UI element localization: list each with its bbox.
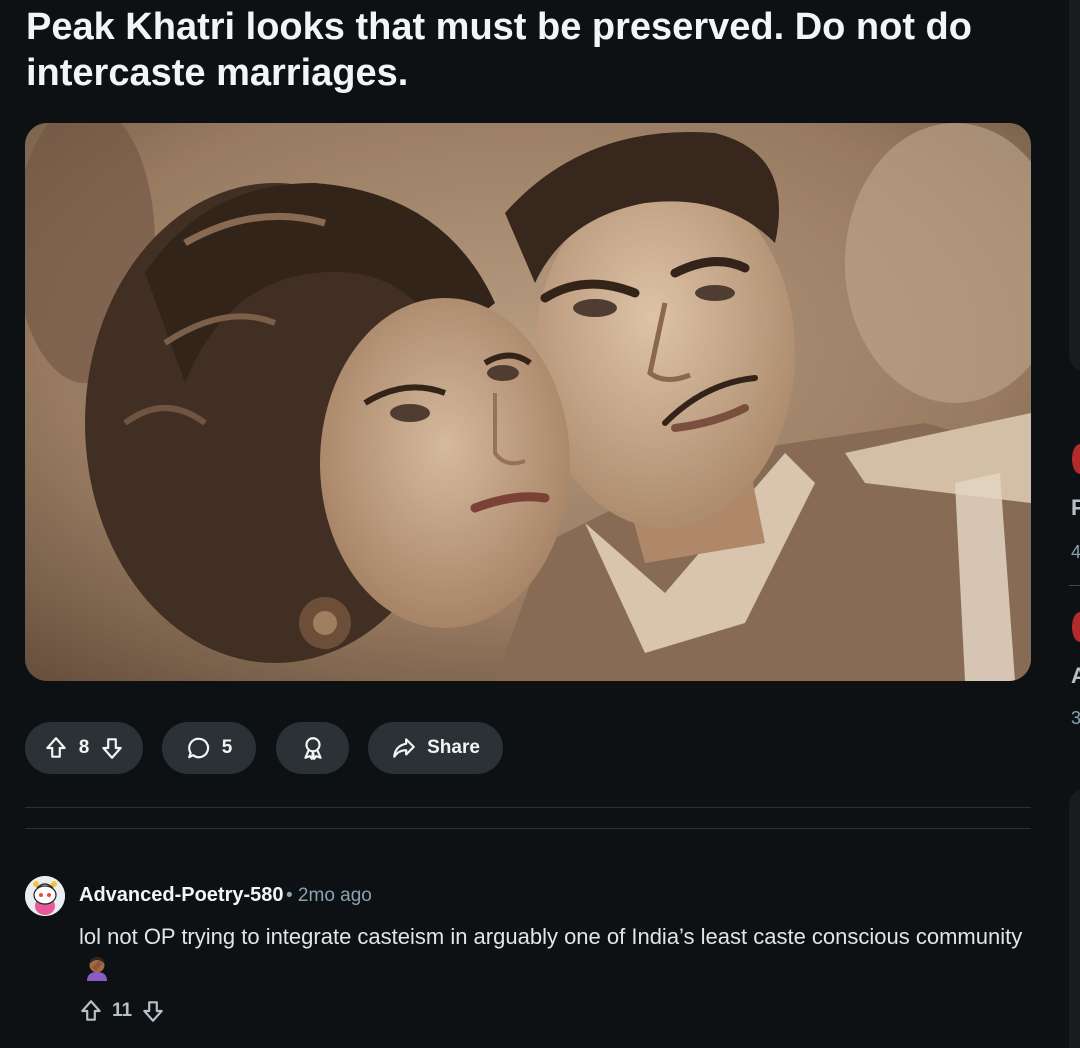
- vote-pill: 8: [25, 722, 143, 774]
- vote-count: 8: [78, 737, 90, 758]
- award-button[interactable]: [276, 722, 349, 774]
- sidebar-card-top: [1069, 0, 1080, 372]
- section-divider: [25, 828, 1031, 829]
- upvote-icon[interactable]: [78, 998, 104, 1024]
- community-icon[interactable]: [1072, 444, 1080, 474]
- downvote-icon[interactable]: [140, 998, 166, 1024]
- avatar[interactable]: [25, 876, 65, 916]
- comment-vote-count: 11: [112, 1000, 133, 1021]
- award-icon: [303, 737, 322, 760]
- facepalm-emoji-icon: [87, 957, 107, 981]
- upvote-icon[interactable]: [43, 735, 69, 761]
- vintage-couple-photo: [25, 123, 1031, 681]
- comment-timestamp: • 2mo ago: [286, 885, 372, 906]
- community-icon[interactable]: [1072, 612, 1080, 642]
- snoo-avatar-icon: [25, 876, 65, 916]
- comment-count: 5: [221, 737, 233, 758]
- sidebar-card-bottom: [1069, 788, 1080, 1048]
- post-title: Peak Khatri looks that must be preserved…: [26, 6, 972, 94]
- comment-body: lol not OP trying to integrate casteism …: [79, 920, 1039, 986]
- comment-actions: 11: [78, 998, 166, 1024]
- sidebar-item-title[interactable]: A: [1071, 663, 1080, 689]
- comment-author[interactable]: Advanced-Poetry-580: [79, 884, 284, 907]
- sidebar-item-count: 3: [1071, 708, 1080, 728]
- sidebar-item-count: 4: [1071, 542, 1080, 562]
- downvote-icon[interactable]: [99, 735, 125, 761]
- comment-icon: [187, 737, 209, 759]
- share-button[interactable]: Share: [368, 722, 503, 774]
- section-divider: [25, 807, 1031, 808]
- comment-text: lol not OP trying to integrate casteism …: [79, 924, 1023, 949]
- sidebar-item-title[interactable]: F: [1071, 495, 1080, 521]
- share-label: Share: [427, 737, 480, 758]
- share-icon: [393, 738, 415, 758]
- post-image[interactable]: [25, 123, 1031, 681]
- sidebar-divider: [1069, 585, 1080, 586]
- right-sidebar: F 4 A 3: [1069, 0, 1080, 1048]
- comments-button[interactable]: 5: [162, 722, 256, 774]
